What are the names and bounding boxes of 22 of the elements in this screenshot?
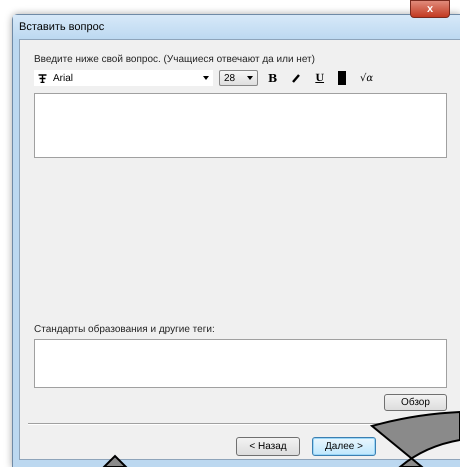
font-size: 28 (224, 72, 236, 84)
nav-button[interactable]: Далее > (312, 437, 376, 456)
font-icon (38, 74, 47, 82)
arrow-tip-drawing (102, 454, 128, 467)
close-button[interactable]: x (410, 0, 450, 18)
font-dropdown[interactable]: Arial (34, 70, 213, 86)
tags-label: Стандарты образования и другие теги: (34, 324, 216, 335)
underline-button[interactable]: U (311, 70, 328, 86)
question-field[interactable] (34, 93, 447, 158)
color-swatch-icon (338, 71, 346, 85)
tags-field[interactable] (34, 339, 447, 388)
browse-button[interactable]: Обзор (384, 394, 447, 411)
caret-icon (247, 76, 253, 80)
caret-icon (203, 76, 209, 80)
equation-button[interactable]: √α (356, 70, 378, 86)
nav-button[interactable]: < Назад (236, 437, 300, 456)
window-title: Вставить вопрос (19, 21, 104, 33)
slash-icon (291, 73, 302, 83)
question-label: Введите ниже свой вопрос. (Учащиеся отвечают да или нет) (34, 54, 316, 65)
size-dropdown[interactable]: 28 (219, 70, 258, 86)
bold-button[interactable]: B (264, 70, 282, 86)
font-name: Arial (53, 72, 74, 84)
